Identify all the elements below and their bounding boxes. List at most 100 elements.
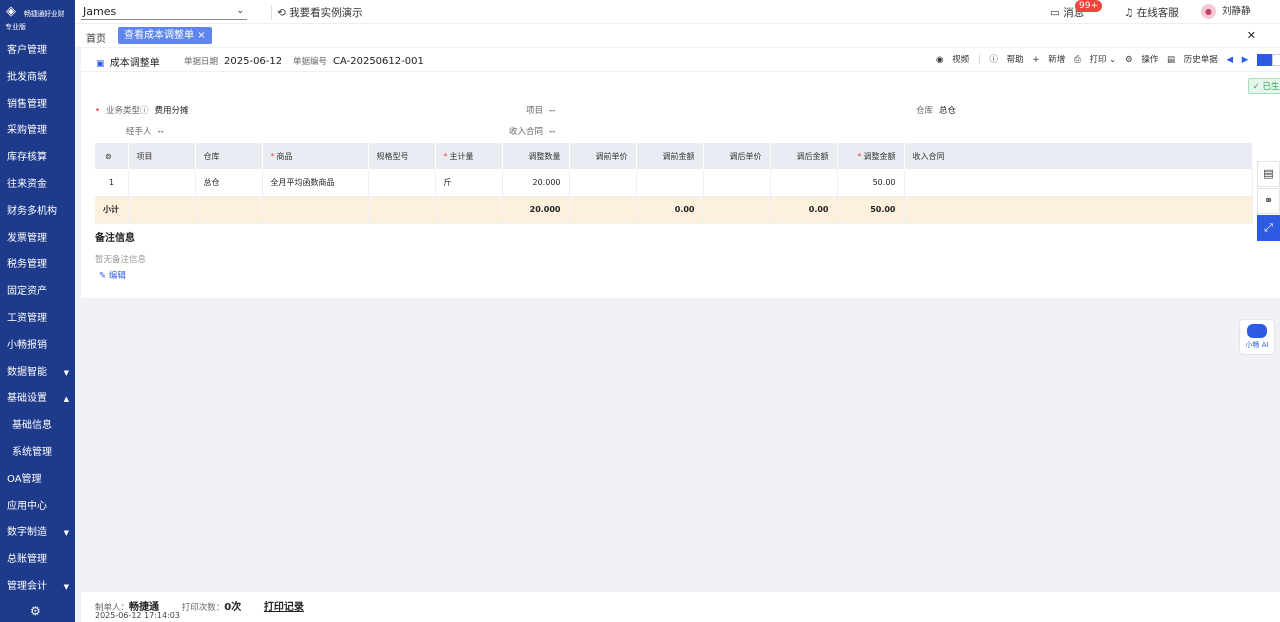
sidebar-item[interactable]: 管理会计 ▼: [0, 574, 75, 601]
sidebar-item-label: 采购管理: [7, 125, 47, 137]
account-select[interactable]: James ⌄: [81, 3, 247, 20]
sidebar-nav: 客户管理 批发商城销售管理采购管理库存核算 往来资金财务多机构发票管理税务管理 固定资…: [0, 38, 75, 601]
sidebar-item[interactable]: 发票管理: [0, 226, 75, 253]
table-header-row: ⊚ 项目 仓库 * 商品 规格型号 * 主计量 调整数量 调前单价 调前金额 调后单…: [95, 143, 1253, 169]
remark-edit-button[interactable]: ✎ 编辑: [99, 269, 126, 281]
sidebar-item[interactable]: 财务多机构: [0, 199, 75, 226]
sidebar-item-label: 总账管理: [7, 554, 47, 566]
print-log-link[interactable]: 打印记录: [264, 602, 304, 613]
cell-project: [128, 169, 196, 197]
account-name: James: [83, 5, 117, 18]
sidebar-item[interactable]: 数字制造 ▼: [0, 520, 75, 547]
divider: |: [977, 55, 981, 65]
sidebar-item[interactable]: 总账管理: [0, 547, 75, 574]
sidebar-item[interactable]: 客户管理: [0, 38, 75, 65]
doc-number-value: CA-20250612-001: [333, 56, 424, 67]
sidebar-item[interactable]: 采购管理: [0, 118, 75, 145]
demo-link[interactable]: ⟲ 我要看实例演示: [271, 5, 363, 20]
cell-product: 全月平均函数商品: [262, 169, 369, 197]
col-header: * 商品: [262, 143, 369, 169]
sidebar-item-label: 财务多机构: [7, 205, 57, 217]
contract-value[interactable]: --: [549, 127, 555, 137]
link-icon[interactable]: ⚭: [1257, 188, 1280, 214]
help-label: 帮助: [1006, 55, 1024, 65]
print-button[interactable]: ⎙ 打印 ⌄: [1074, 55, 1116, 65]
user-menu[interactable]: ● 刘静静: [1201, 3, 1251, 19]
subtotal-cell: [904, 196, 1253, 224]
logo[interactable]: ◈ 畅捷通好业财 专业版: [0, 0, 75, 40]
help-button[interactable]: ⓘ 帮助: [989, 55, 1023, 65]
sidebar-item[interactable]: 系统管理: [0, 440, 75, 467]
doc-tab-label: 成本调整单: [109, 58, 160, 69]
field-contract: 收入合同 --: [509, 125, 555, 137]
sidebar-item[interactable]: 基础信息: [0, 413, 75, 440]
subtotal-label: 小计: [95, 196, 129, 224]
remark-empty: 暂无备注信息: [95, 255, 147, 265]
service-button[interactable]: ♫ 在线客服: [1124, 5, 1179, 20]
project-label: 项目: [526, 106, 544, 116]
sidebar-item-label: 系统管理: [12, 446, 52, 458]
settings-icon[interactable]: ⊚: [95, 143, 129, 169]
add-button[interactable]: + 新增: [1032, 55, 1065, 65]
expand-icon[interactable]: ⤢: [1257, 215, 1280, 241]
message-badge: 99+: [1075, 0, 1102, 12]
required-mark: •: [95, 106, 101, 116]
sidebar-item[interactable]: 销售管理: [0, 92, 75, 119]
sidebar-item[interactable]: 应用中心: [0, 494, 75, 521]
tab-active-label: 查看成本调整单: [124, 30, 194, 41]
card-view-icon[interactable]: [1272, 53, 1280, 66]
subtotal-post-amt: 0.00: [770, 196, 838, 224]
field-biz-type: • 业务类型ⓘ 费用分摊: [95, 104, 189, 116]
doc-date-label: 单据日期: [184, 57, 219, 67]
biz-type-value[interactable]: 费用分摊: [155, 106, 189, 116]
tab-home[interactable]: 首页: [86, 30, 106, 45]
sidebar-item[interactable]: 税务管理: [0, 252, 75, 279]
close-icon[interactable]: ×: [197, 30, 205, 41]
required-mark: *: [857, 151, 862, 161]
list-view-icon[interactable]: [1257, 53, 1272, 66]
doc-date-value: 2025-06-12: [224, 56, 283, 67]
video-button[interactable]: ◉ 视频: [936, 55, 969, 65]
handler-value[interactable]: --: [158, 127, 164, 137]
caret-icon: ▼: [63, 368, 69, 377]
sidebar-item[interactable]: 数据智能 ▼: [0, 360, 75, 387]
sidebar-item[interactable]: OA管理: [0, 467, 75, 494]
sidebar-item[interactable]: 批发商城: [0, 65, 75, 92]
history-button[interactable]: ▤ 历史单据: [1167, 55, 1218, 65]
sidebar-item[interactable]: 往来资金: [0, 172, 75, 199]
add-label: 新增: [1048, 55, 1066, 65]
tab-active[interactable]: 查看成本调整单 ×: [118, 27, 212, 44]
sidebar-item-label: 销售管理: [7, 98, 47, 110]
next-icon[interactable]: ▶: [1242, 55, 1249, 65]
warehouse-value[interactable]: 总仓: [939, 106, 956, 116]
sidebar-item-label: 基础设置: [7, 393, 47, 405]
notes-icon[interactable]: ▤: [1257, 161, 1280, 187]
gear-icon[interactable]: ⚙: [30, 604, 41, 618]
remark-title: 备注信息: [95, 233, 135, 244]
sidebar-item[interactable]: 库存核算: [0, 145, 75, 172]
subtotal-cell: [128, 196, 196, 224]
doc-tab[interactable]: ▣ 成本调整单: [96, 54, 160, 69]
required-mark: *: [270, 151, 275, 161]
col-header: 调整数量: [502, 143, 570, 169]
status-label: 已生效: [1262, 82, 1280, 92]
doc-number-label: 单据编号: [293, 57, 328, 67]
sidebar-item[interactable]: 工资管理: [0, 306, 75, 333]
sidebar-item-label: 发票管理: [7, 232, 47, 244]
messages-button[interactable]: ▭ 消息 99+: [1050, 0, 1102, 20]
close-all-icon[interactable]: ✕: [1247, 29, 1256, 42]
sidebar-item[interactable]: 小畅报销: [0, 333, 75, 360]
sidebar-item-label: 数据智能: [7, 366, 47, 378]
sidebar-item-label: 应用中心: [7, 500, 47, 512]
warehouse-label: 仓库: [916, 106, 934, 116]
project-value[interactable]: --: [549, 106, 555, 116]
subtotal-qty: 20.000: [502, 196, 570, 224]
ai-assistant-button[interactable]: 小畅 AI: [1239, 319, 1275, 355]
table-row[interactable]: 1 总仓 全月平均函数商品 斤 20.000 50.00: [95, 169, 1253, 197]
brand-name: 畅捷通好业财: [24, 10, 65, 18]
cell-pre-price: [569, 169, 637, 197]
prev-icon[interactable]: ◀: [1227, 55, 1234, 65]
sidebar-item[interactable]: 固定资产: [0, 279, 75, 306]
operations-button[interactable]: ⚙ 操作: [1125, 55, 1158, 65]
sidebar-item[interactable]: 基础设置 ▲: [0, 386, 75, 413]
